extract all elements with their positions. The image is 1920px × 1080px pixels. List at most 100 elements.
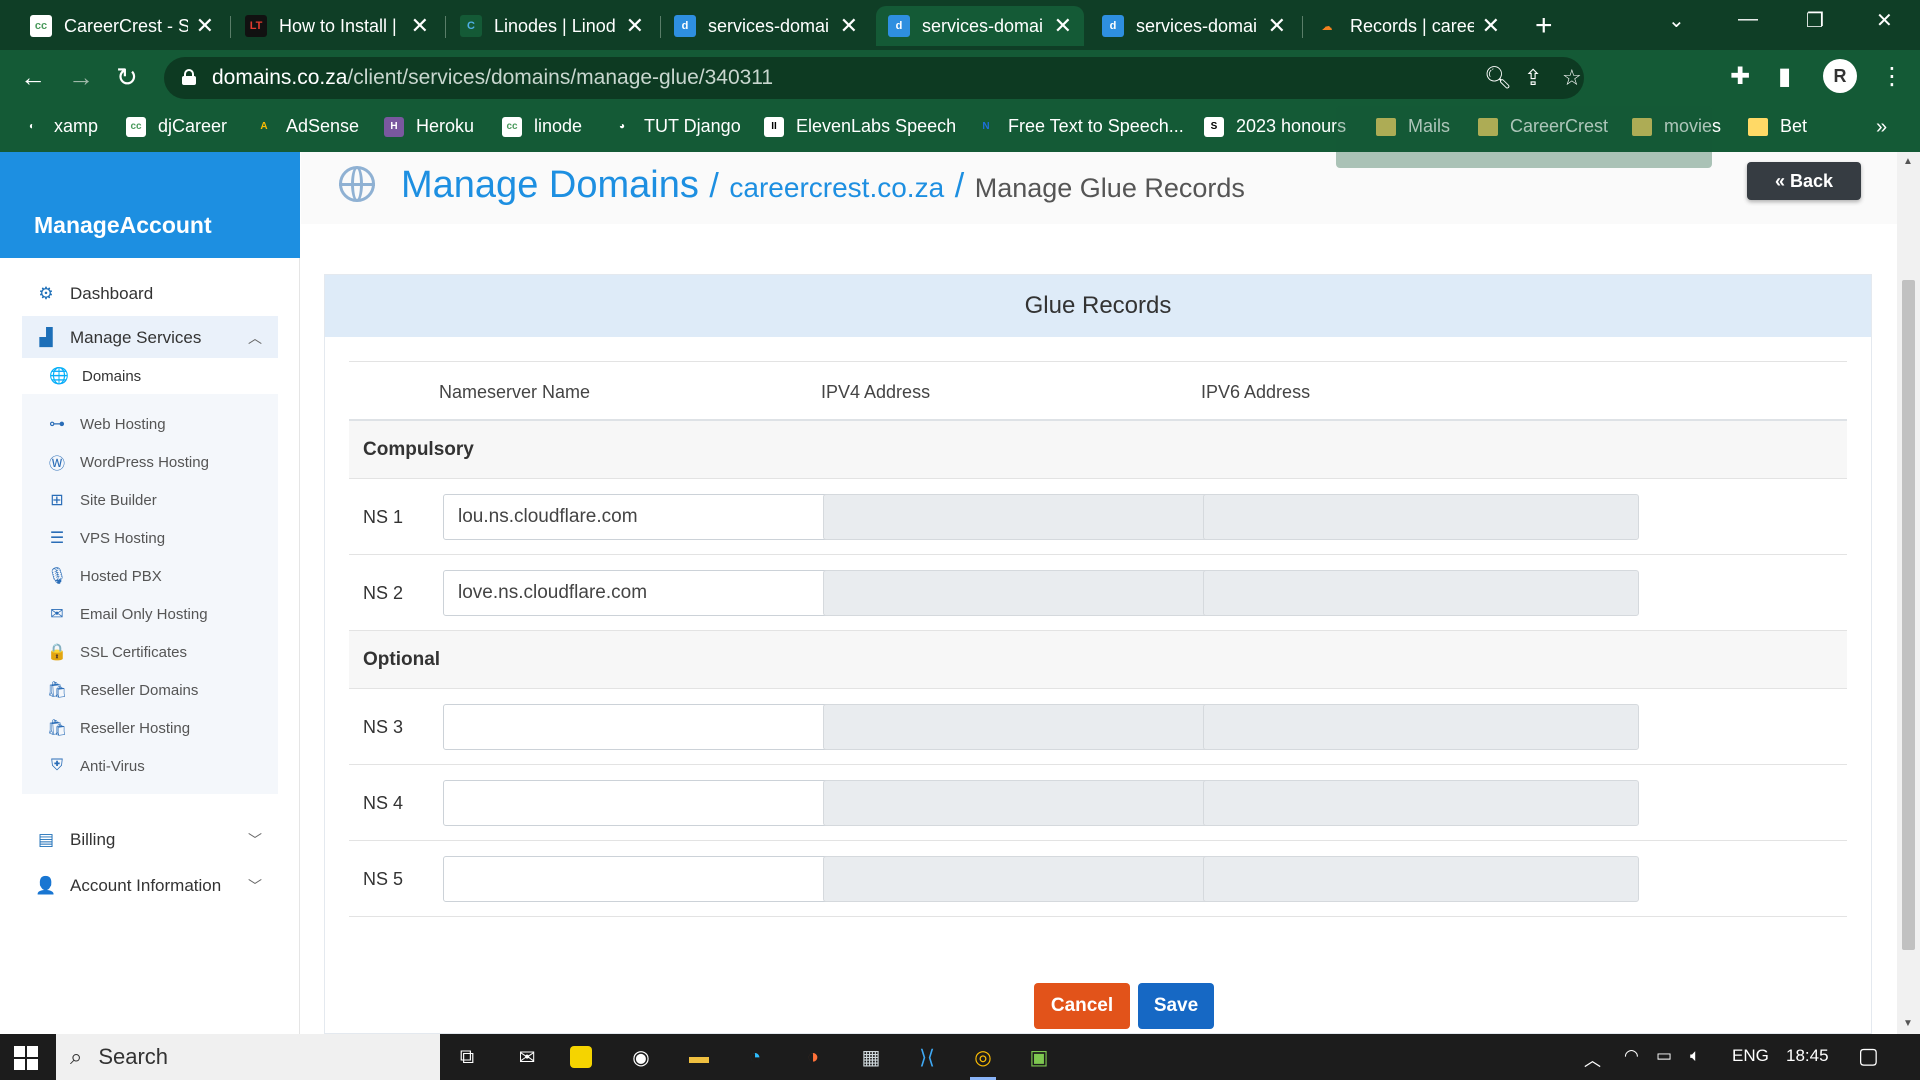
address-bar[interactable]: domains.co.za/client/services/domains/ma… [164,57,1584,99]
nameserver-name-input[interactable] [443,570,879,616]
browser-tab[interactable]: cc CareerCrest - S ✕ [18,6,226,46]
submenu-item[interactable]: ⊞ Site Builder [46,482,156,518]
submenu-item[interactable]: 🛍 Reseller Domains [46,672,199,708]
bookmark-item[interactable]: cc linode [502,116,582,137]
notepad-icon[interactable]: ▣ [1024,1042,1054,1072]
edge-icon[interactable]: ◔ [740,1042,770,1072]
bookmark-item[interactable]: II ElevenLabs Speech [764,116,956,137]
scroll-up-icon[interactable]: ▲ [1903,156,1913,167]
minimize-icon[interactable]: — [1738,8,1758,31]
new-tab-button[interactable]: + [1535,9,1553,43]
browser-tab[interactable]: LT How to Install | ✕ [233,6,441,46]
battery-icon[interactable]: ▭ [1656,1046,1672,1066]
app-tray-icon[interactable]: ▦ [856,1042,886,1072]
network-icon[interactable]: ◠ [1624,1046,1639,1066]
bookmark-item[interactable]: ◕ TUT Django [612,116,741,137]
bookmark-item[interactable]: ◐ xamp [22,116,98,137]
submenu-item[interactable]: ⛨ Anti-Virus [46,748,145,784]
tab-close-icon[interactable]: ✕ [1482,13,1500,39]
chrome-icon[interactable]: ◎ [968,1042,998,1080]
sidebar-item-dashboard[interactable]: ⚙ Dashboard [22,272,278,316]
submenu-item[interactable]: Ⓦ WordPress Hosting [46,444,209,480]
tab-close-icon[interactable]: ✕ [626,13,644,39]
ipv6-address-input[interactable] [1203,856,1639,902]
ipv4-address-input[interactable] [823,780,1259,826]
submenu-item[interactable]: 🔒 SSL Certificates [46,634,187,670]
notifications-icon[interactable]: ▢ [1858,1043,1879,1069]
side-panel-icon[interactable]: ▮ [1778,62,1791,91]
volume-icon[interactable]: 🔈︎ [1690,1046,1700,1066]
ipv6-address-input[interactable] [1203,570,1639,616]
sidebar-item-billing[interactable]: ▤ Billing ﹀ [22,818,278,862]
submenu-item[interactable]: 🎙 Hosted PBX [46,558,162,594]
bookmark-star-icon[interactable]: ☆ [1562,65,1582,91]
more-bookmarks-icon[interactable]: » [1876,116,1887,139]
language-indicator[interactable]: ENG [1732,1046,1769,1066]
windows-start-icon[interactable] [14,1046,38,1070]
bookmark-item[interactable]: Bet [1748,116,1807,137]
ipv4-address-input[interactable] [823,856,1259,902]
tab-close-icon[interactable]: ✕ [1268,13,1286,39]
firefox-icon[interactable]: ◑ [798,1042,828,1072]
browser-tab[interactable]: ☁ Records | caree ✕ [1304,6,1512,46]
bookmark-item[interactable]: A AdSense [254,116,359,137]
bookmark-item[interactable]: H Heroku [384,116,474,137]
menu-kebab-icon[interactable]: ⋮ [1880,62,1904,91]
ipv6-address-input[interactable] [1203,780,1639,826]
browser-tab[interactable]: d services-domai ✕ [1090,6,1298,46]
tab-close-icon[interactable]: ✕ [411,13,429,39]
submenu-item[interactable]: 🛍 Reseller Hosting [46,710,190,746]
lock-icon[interactable] [182,69,196,85]
scroll-down-icon[interactable]: ▼ [1903,1018,1913,1029]
app-circle-icon[interactable]: ◉ [626,1042,656,1072]
sidebar-item-manage-services[interactable]: ▟ Manage Services ︿ [22,316,278,360]
extensions-icon[interactable]: ✚ [1730,62,1750,91]
tab-search-icon[interactable]: ⌄ [1668,8,1685,33]
ipv6-address-input[interactable] [1203,704,1639,750]
nameserver-name-input[interactable] [443,780,879,826]
submenu-item[interactable]: ✉ Email Only Hosting [46,596,207,632]
clock[interactable]: 18:45 [1786,1046,1829,1066]
page-scrollbar[interactable]: ▲ ▼ [1897,152,1920,1034]
breadcrumb-manage-domains[interactable]: Manage Domains [401,164,699,206]
submenu-item[interactable]: ☰ VPS Hosting [46,520,165,556]
bookmark-item[interactable]: N Free Text to Speech... [976,116,1184,137]
close-window-icon[interactable]: ✕ [1876,8,1893,33]
reload-icon[interactable]: ↻ [116,62,138,93]
cancel-button[interactable]: Cancel [1034,983,1130,1029]
nameserver-name-input[interactable] [443,494,879,540]
vscode-icon[interactable]: ⟩⟨ [912,1042,942,1072]
nameserver-name-input[interactable] [443,704,879,750]
browser-tab[interactable]: d services-domai ✕ [876,6,1084,46]
ipv4-address-input[interactable] [823,570,1259,616]
brand-logo[interactable]: ManageAccount [0,152,300,258]
ipv4-address-input[interactable] [823,704,1259,750]
scroll-thumb[interactable] [1902,280,1915,950]
save-button[interactable]: Save [1138,983,1214,1029]
mail-icon[interactable]: ✉ [512,1042,542,1072]
sidebar-item-account-information[interactable]: 👤 Account Information ﹀ [22,864,278,908]
submenu-item[interactable]: 🌐 Domains [22,358,278,394]
nameserver-name-input[interactable] [443,856,879,902]
ipv4-address-input[interactable] [823,494,1259,540]
breadcrumb-domain[interactable]: careercrest.co.za [729,172,944,203]
profile-avatar[interactable]: R [1823,59,1857,93]
forward-arrow-icon[interactable]: → [68,62,94,93]
file-explorer-icon[interactable]: ▬ [684,1042,714,1072]
bookmark-item[interactable]: cc djCareer [126,116,227,137]
tray-chevron-up-icon[interactable]: ︿ [1584,1046,1601,1071]
restore-icon[interactable]: ❐ [1806,8,1824,33]
tab-close-icon[interactable]: ✕ [840,13,858,39]
bookmark-item[interactable]: S 2023 honours [1204,116,1346,137]
task-view-icon[interactable]: ⧉ [452,1042,482,1072]
share-icon[interactable]: ⇪ [1524,65,1542,91]
taskbar-search[interactable]: ⌕ Search [56,1034,440,1080]
submenu-item[interactable]: ⊶ Web Hosting [46,406,166,442]
zoom-icon[interactable]: 🔍︎ [1484,65,1512,91]
browser-tab[interactable]: d services-domai ✕ [662,6,870,46]
tab-close-icon[interactable]: ✕ [1054,13,1072,39]
browser-tab[interactable]: C Linodes | Linod ✕ [448,6,656,46]
ipv6-address-input[interactable] [1203,494,1639,540]
back-button[interactable]: « Back [1747,162,1861,200]
sticky-notes-icon[interactable] [570,1046,592,1068]
